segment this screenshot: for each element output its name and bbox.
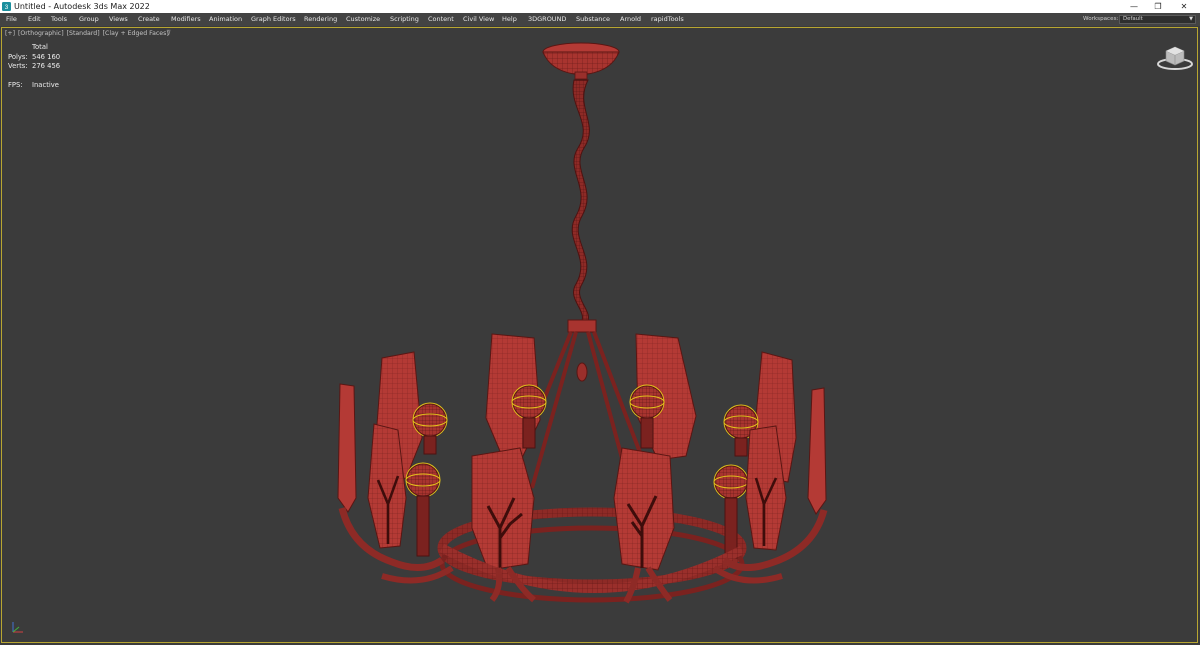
chandelier-model[interactable] <box>2 28 1197 642</box>
bulb <box>511 384 547 420</box>
viewport-view-label[interactable]: [Orthographic] <box>18 30 64 37</box>
polys-value: 546 160 <box>32 52 61 61</box>
workspace-dropdown[interactable]: Default ▼ <box>1119 15 1196 24</box>
bulb <box>713 464 749 500</box>
viewport-menu-label[interactable]: [+] <box>5 30 15 37</box>
verts-label: Verts: <box>8 62 28 70</box>
minimize-button[interactable]: — <box>1122 0 1146 13</box>
twisted-rod <box>571 79 590 325</box>
svg-text:3: 3 <box>5 4 9 11</box>
menu-rapidtools[interactable]: rapidTools <box>651 13 684 26</box>
axis-tripod-icon <box>12 622 23 633</box>
workspace-value: Default <box>1123 16 1143 22</box>
bulb <box>405 462 441 498</box>
menu-content[interactable]: Content <box>428 13 454 26</box>
menu-group[interactable]: Group <box>79 13 99 26</box>
bulb <box>629 384 665 420</box>
viewport-labels[interactable]: [+] [Orthographic] [Standard] [Clay + Edged… <box>5 30 172 37</box>
bulb <box>412 402 448 438</box>
filter-icon[interactable]: ⊽ <box>166 29 171 37</box>
workspaces-label: Workspaces: <box>1083 16 1119 22</box>
menu-animation[interactable]: Animation <box>209 13 242 26</box>
menu-rendering[interactable]: Rendering <box>304 13 337 26</box>
menu-arnold[interactable]: Arnold <box>620 13 641 26</box>
menu-edit[interactable]: Edit <box>28 13 41 26</box>
stats-header: Total <box>32 43 48 51</box>
menu-create[interactable]: Create <box>138 13 160 26</box>
menu-modifiers[interactable]: Modifiers <box>171 13 201 26</box>
viewport[interactable]: [+] [Orthographic] [Standard] [Clay + Edged… <box>1 27 1198 643</box>
chevron-down-icon: ▼ <box>1189 16 1193 22</box>
viewcube-icon[interactable] <box>1155 43 1195 71</box>
menu-substance[interactable]: Substance <box>576 13 610 26</box>
menu-help[interactable]: Help <box>502 13 517 26</box>
menu-bar: File Edit Tools Group Views Create Modif… <box>0 13 1200 26</box>
menu-customize[interactable]: Customize <box>346 13 380 26</box>
fps-label: FPS: <box>8 81 23 89</box>
window-title: Untitled - Autodesk 3ds Max 2022 <box>14 2 150 11</box>
menu-tools[interactable]: Tools <box>51 13 67 26</box>
viewport-shading-label[interactable]: [Clay + Edged Faces] <box>103 30 169 37</box>
restore-button[interactable]: ❐ <box>1146 0 1170 13</box>
app-icon: 3 <box>2 2 11 11</box>
menu-graph-editors[interactable]: Graph Editors <box>251 13 296 26</box>
viewport-standard-label[interactable]: [Standard] <box>67 30 100 37</box>
menu-views[interactable]: Views <box>109 13 128 26</box>
menu-3dground[interactable]: 3DGROUND <box>528 13 566 26</box>
fps-value: Inactive <box>32 81 59 89</box>
close-button[interactable]: ✕ <box>1172 0 1196 13</box>
menu-scripting[interactable]: Scripting <box>390 13 419 26</box>
title-bar: 3 Untitled - Autodesk 3ds Max 2022 — ❐ ✕ <box>0 0 1200 13</box>
menu-civil-view[interactable]: Civil View <box>463 13 494 26</box>
polys-label: Polys: <box>8 52 28 61</box>
ceiling-canopy <box>542 42 620 80</box>
verts-value: 276 456 <box>32 62 61 70</box>
menu-file[interactable]: File <box>6 13 17 26</box>
